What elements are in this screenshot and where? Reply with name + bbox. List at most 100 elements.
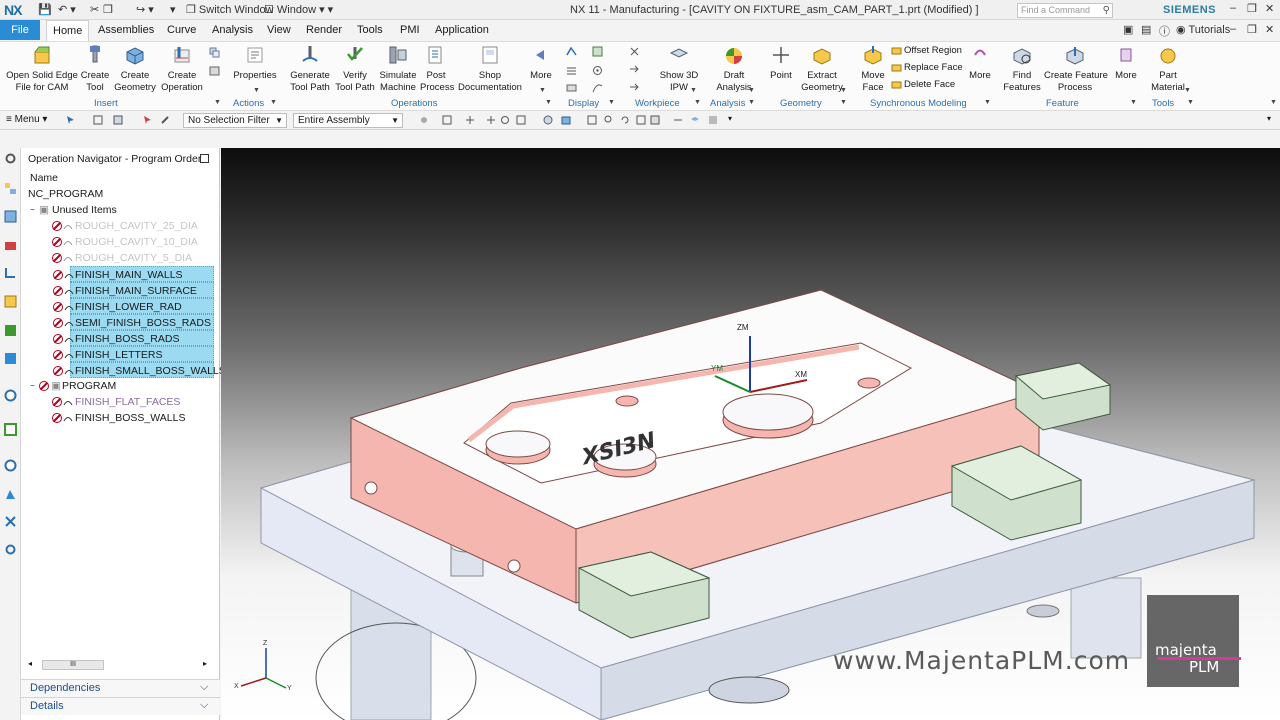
- workpiece-group-dropdown[interactable]: ▼: [694, 99, 701, 106]
- properties-dropdown[interactable]: ▼: [253, 87, 260, 94]
- window-menu[interactable]: ☐ Window ▾ ▾: [264, 3, 333, 16]
- machine-tool-navigator-icon[interactable]: [4, 295, 17, 308]
- snap-grid-icon[interactable]: [516, 115, 526, 125]
- operation-row-selected[interactable]: FINISH_MAIN_WALLS: [53, 266, 214, 282]
- scrollbar-thumb[interactable]: III: [42, 660, 104, 670]
- selection-filter-select[interactable]: No Selection Filter ▼: [183, 113, 287, 128]
- actions-group-dropdown[interactable]: ▼: [270, 99, 277, 106]
- section-view-icon[interactable]: [673, 115, 683, 125]
- properties-button[interactable]: Properties: [233, 44, 277, 82]
- offset-region-button[interactable]: Offset Region: [904, 45, 962, 56]
- operation-row-selected[interactable]: FINISH_MAIN_SURFACE: [53, 282, 214, 298]
- create-operation-button[interactable]: Create Operation: [159, 44, 205, 94]
- operation-navigator-icon[interactable]: [4, 266, 17, 279]
- web-browser-icon[interactable]: [4, 389, 17, 402]
- manufacturing-wizard-icon[interactable]: [4, 543, 17, 556]
- replace-face-button[interactable]: Replace Face: [904, 62, 963, 73]
- snap-midpoint-icon[interactable]: [486, 115, 496, 125]
- operation-row[interactable]: ROUGH_CAVITY_10_DIA: [50, 234, 214, 250]
- part-navigator-icon[interactable]: [4, 182, 17, 195]
- create-geometry-button[interactable]: Create Geometry: [113, 44, 157, 94]
- doc-close-icon[interactable]: ✕: [1265, 23, 1274, 36]
- doc-minimize-icon[interactable]: –: [1230, 23, 1236, 35]
- tab-pmi[interactable]: PMI: [400, 24, 420, 36]
- select-chain-icon[interactable]: [93, 115, 103, 125]
- clock-icon[interactable]: [4, 459, 17, 472]
- shop-documentation-button[interactable]: Shop Documentation: [458, 44, 522, 94]
- horizontal-scrollbar[interactable]: ◂ III ▸: [28, 659, 214, 671]
- switch-window-button[interactable]: ❐ Switch Window: [186, 3, 274, 16]
- operation-row-selected[interactable]: FINISH_LOWER_RAD: [53, 298, 214, 314]
- operation-row[interactable]: ROUGH_CAVITY_5_DIA: [50, 250, 214, 266]
- show-3d-ipw-dropdown[interactable]: ▼: [690, 87, 697, 94]
- reuse-library-icon[interactable]: [4, 324, 17, 337]
- history-icon[interactable]: [4, 423, 17, 436]
- analysis-group-dropdown[interactable]: ▼: [748, 99, 755, 106]
- view-shaded-icon[interactable]: [543, 115, 553, 125]
- background-icon[interactable]: [708, 115, 718, 125]
- snap-endpoint-icon[interactable]: [465, 115, 475, 125]
- find-features-button[interactable]: Find Features: [1002, 44, 1042, 94]
- quick-access-dropdown[interactable]: ▾: [170, 3, 176, 16]
- assembly-navigator-icon[interactable]: [4, 210, 17, 223]
- feature-more-button[interactable]: More: [1112, 44, 1140, 82]
- tab-render[interactable]: Render: [306, 24, 342, 36]
- operations-more-dropdown[interactable]: ▼: [539, 87, 546, 94]
- process-studio-icon[interactable]: [4, 515, 17, 528]
- select-feature-icon[interactable]: [113, 115, 123, 125]
- save-icon[interactable]: 💾: [38, 3, 52, 16]
- tab-analysis[interactable]: Analysis: [212, 24, 253, 36]
- tree-root[interactable]: NC_PROGRAM: [28, 186, 208, 202]
- constraint-navigator-icon[interactable]: [4, 239, 17, 252]
- tab-home[interactable]: Home: [46, 20, 90, 41]
- render-style-icon[interactable]: [650, 115, 660, 125]
- general-selection-icon[interactable]: [419, 115, 429, 125]
- workpiece-arrow-icon[interactable]: [629, 64, 640, 75]
- tab-view[interactable]: View: [267, 24, 291, 36]
- undo-icon[interactable]: ↶ ▾: [58, 3, 76, 16]
- select-tool-icon[interactable]: [160, 115, 170, 125]
- restore-icon[interactable]: ❐: [1247, 2, 1257, 15]
- display-group-dropdown[interactable]: ▼: [608, 99, 615, 106]
- zoom-icon[interactable]: [604, 115, 614, 125]
- tab-application[interactable]: Application: [435, 24, 489, 36]
- feature-group-dropdown[interactable]: ▼: [1130, 99, 1137, 106]
- scroll-right-icon[interactable]: ▸: [203, 659, 207, 668]
- snap-center-icon[interactable]: [500, 115, 510, 125]
- fit-view-icon[interactable]: [587, 115, 597, 125]
- workpiece-compare-icon[interactable]: [629, 82, 640, 93]
- tools-group-dropdown[interactable]: ▼: [1187, 99, 1194, 106]
- operation-row[interactable]: ROUGH_CAVITY_25_DIA: [50, 218, 214, 234]
- cut-icon[interactable]: ✂: [90, 3, 99, 16]
- select-icon[interactable]: [66, 115, 76, 125]
- display-toolpath-icon[interactable]: [566, 46, 577, 57]
- operation-row-selected[interactable]: FINISH_LETTERS: [53, 346, 214, 362]
- offset-region-icon[interactable]: [891, 45, 902, 56]
- menu-button[interactable]: ≡ Menu ▾: [6, 114, 47, 125]
- simulate-machine-button[interactable]: Simulate Machine: [378, 44, 418, 94]
- operation-row-selected[interactable]: FINISH_SMALL_BOSS_WALLS: [53, 362, 226, 378]
- operations-more-button[interactable]: More: [528, 44, 554, 82]
- display-print-icon[interactable]: [566, 82, 577, 93]
- tab-tools[interactable]: Tools: [357, 24, 383, 36]
- select-box-icon[interactable]: [442, 115, 452, 125]
- roles-icon[interactable]: [4, 352, 17, 365]
- generate-tool-path-button[interactable]: Generate Tool Path: [288, 44, 332, 94]
- display-target-icon[interactable]: [592, 65, 603, 76]
- details-panel-header[interactable]: Details ⌵: [21, 697, 220, 715]
- create-tool-button[interactable]: Create Tool: [80, 44, 110, 94]
- help-icon[interactable]: ⓘ: [1159, 23, 1170, 39]
- command-search-input[interactable]: Find a Command ⚲: [1017, 3, 1113, 18]
- extract-geometry-dropdown[interactable]: ▼: [840, 87, 847, 94]
- draft-analysis-dropdown[interactable]: ▼: [748, 87, 755, 94]
- sync-group-dropdown[interactable]: ▼: [984, 99, 991, 106]
- selection-scope-select[interactable]: Entire Assembly ▼: [293, 113, 403, 128]
- tree-group-program[interactable]: − ▣ PROGRAM: [28, 378, 208, 394]
- tab-assemblies[interactable]: Assemblies: [98, 24, 154, 36]
- orient-view-icon[interactable]: [636, 115, 646, 125]
- name-column-header[interactable]: Name: [30, 172, 58, 184]
- open-solid-edge-button[interactable]: Open Solid Edge File for CAM: [6, 44, 78, 94]
- repeat-command-icon[interactable]: ↪ ▾: [136, 3, 154, 16]
- operation-row[interactable]: FINISH_BOSS_WALLS: [50, 410, 214, 426]
- create-feature-process-button[interactable]: Create Feature Process: [1044, 44, 1108, 94]
